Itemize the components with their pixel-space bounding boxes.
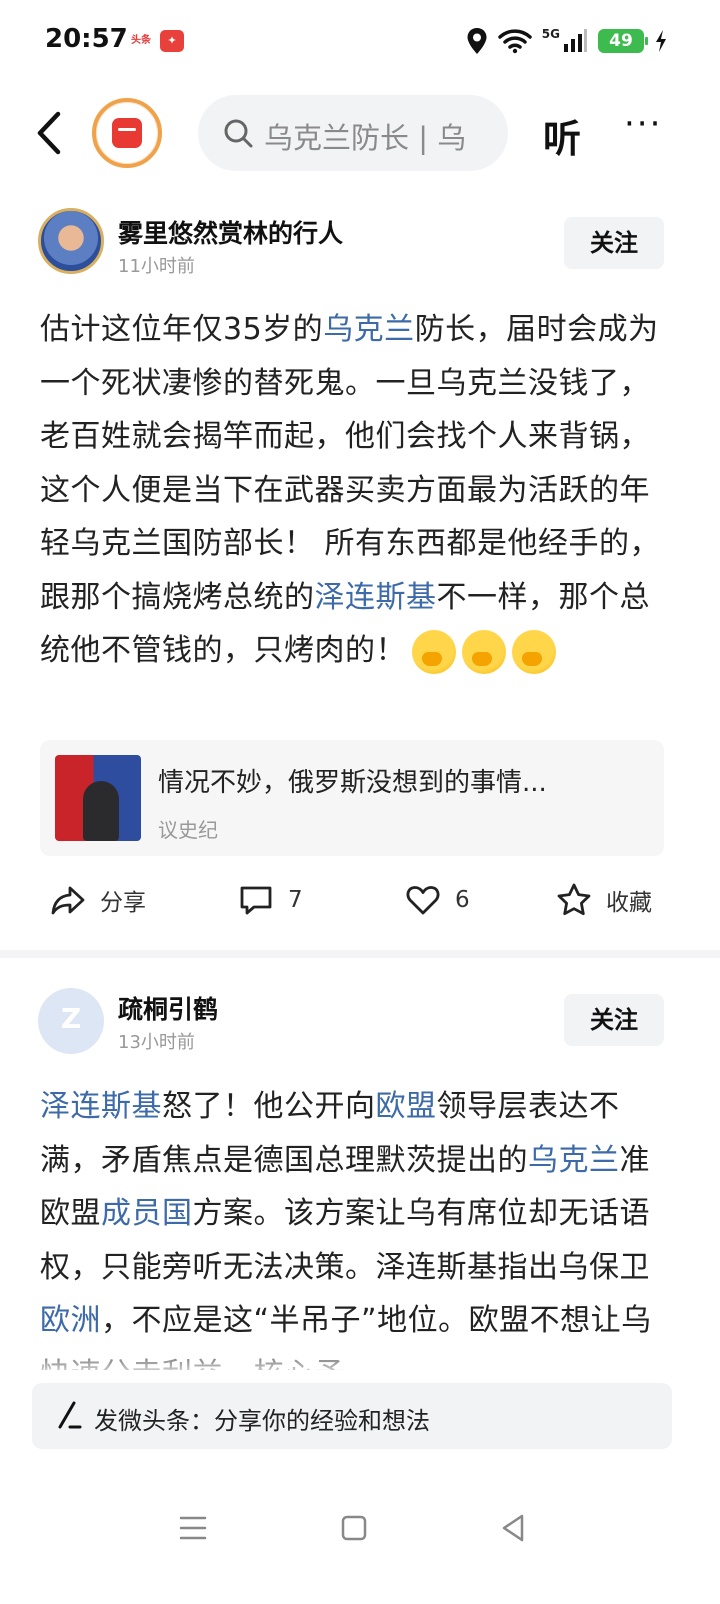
face-with-hand-emoji	[512, 629, 556, 674]
system-nav-bar	[0, 1490, 720, 1560]
article-title: 情况不妙，俄罗斯没想到的事情...	[158, 768, 547, 798]
share-label: 分享	[100, 890, 146, 916]
share-icon	[51, 886, 85, 915]
menu-icon[interactable]	[173, 1508, 213, 1548]
face-with-hand-emoji	[462, 629, 506, 674]
avatar[interactable]	[38, 208, 104, 274]
back-icon[interactable]	[494, 1508, 534, 1548]
body-text: 防长，届时会成为一个死状凄惨的替死鬼。一旦乌克兰没钱了，老百姓就会揭竿而起，他们…	[40, 312, 661, 615]
post-card: 雾里悠然赏林的行人 11小时前 关注 估计这位年仅35岁的乌克兰防长，届时会成为…	[0, 0, 720, 950]
post-body[interactable]: 估计这位年仅35岁的乌克兰防长，届时会成为一个死状凄惨的替死鬼。一旦乌克兰没钱了…	[40, 303, 680, 678]
compose-bar[interactable]: 发微头条：分享你的经验和想法	[32, 1383, 672, 1449]
favorite-button[interactable]: 收藏	[556, 870, 652, 930]
star-icon	[557, 883, 591, 916]
topic-link[interactable]: 泽连斯基	[315, 580, 437, 615]
pen-icon	[58, 1401, 82, 1429]
heart-icon	[406, 886, 440, 915]
body-text: 怒了！他公开向	[162, 1089, 376, 1124]
face-with-hand-emoji	[412, 629, 456, 674]
topic-link[interactable]: 成员国	[101, 1196, 193, 1231]
article-thumbnail	[55, 755, 141, 841]
comment-button[interactable]: 7	[238, 870, 303, 930]
follow-button[interactable]: 关注	[564, 994, 664, 1046]
avatar[interactable]: Z	[38, 988, 104, 1054]
default-avatar-icon: Z	[60, 1002, 82, 1035]
comment-count: 7	[288, 887, 303, 913]
body-text: 估计这位年仅35岁的	[40, 312, 324, 347]
topic-link[interactable]: 欧洲	[40, 1303, 101, 1338]
shared-article-card[interactable]: 情况不妙，俄罗斯没想到的事情... 议史纪	[40, 740, 664, 856]
article-source: 议史纪	[158, 818, 218, 842]
follow-button[interactable]: 关注	[564, 217, 664, 269]
post-time: 13小时前	[118, 1032, 195, 1053]
post-time: 11小时前	[118, 256, 195, 277]
topic-link[interactable]: 乌克兰	[528, 1143, 620, 1178]
topic-link[interactable]: 欧盟	[376, 1089, 437, 1124]
post-body[interactable]: 泽连斯基怒了！他公开向欧盟领导层表达不满，矛盾焦点是德国总理默茨提出的乌克兰准欧…	[40, 1080, 680, 1370]
topic-link[interactable]: 泽连斯基	[40, 1089, 162, 1124]
author-name[interactable]: 雾里悠然赏林的行人	[118, 214, 343, 250]
topic-link[interactable]: 乌克兰	[323, 312, 415, 347]
content-fade	[0, 1340, 720, 1380]
post-divider	[0, 950, 720, 958]
home-icon[interactable]	[334, 1508, 374, 1548]
like-count: 6	[455, 887, 470, 913]
author-name[interactable]: 疏桐引鹤	[118, 990, 218, 1026]
post-actions: 分享 7 6 收藏	[0, 870, 720, 930]
comment-icon	[240, 886, 272, 915]
post-card: Z 疏桐引鹤 13小时前 关注 泽连斯基怒了！他公开向欧盟领导层表达不满，矛盾焦…	[0, 958, 720, 1378]
compose-placeholder: 发微头条：分享你的经验和想法	[94, 1407, 430, 1435]
share-button[interactable]: 分享	[50, 870, 146, 930]
like-button[interactable]: 6	[405, 870, 470, 930]
favorite-label: 收藏	[606, 890, 652, 916]
